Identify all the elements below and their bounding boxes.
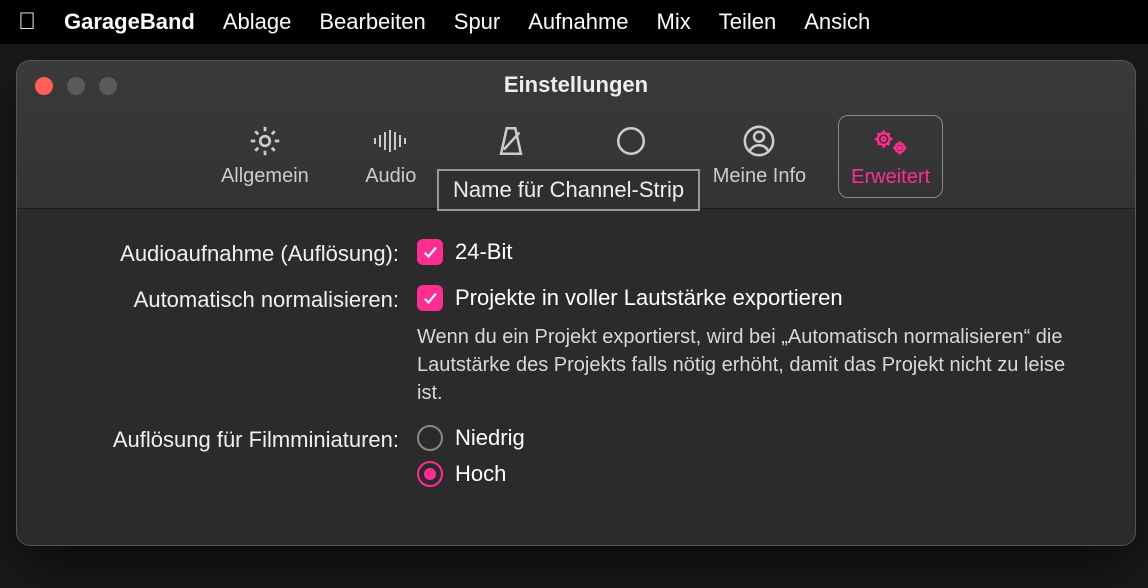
row-auto-normalize: Automatisch normalisieren: Projekte in v… [57,285,1095,407]
gears-icon [869,122,913,162]
menu-ansicht[interactable]: Ansich [804,9,870,35]
menubar:  GarageBand Ablage Bearbeiten Spur Aufn… [0,0,1148,44]
row-label: Audioaufnahme (Auflösung): [57,239,417,267]
radio-label: Hoch [455,461,506,487]
help-text: Wenn du ein Projekt exportierst, wird be… [417,323,1077,407]
menu-mix[interactable]: Mix [657,9,691,35]
zoom-button[interactable] [99,77,117,95]
preferences-window: Einstellungen Allgemein [16,60,1136,546]
window-controls [35,77,117,95]
menu-ablage[interactable]: Ablage [223,9,292,35]
tab-allgemein[interactable]: Allgemein [209,115,321,198]
menu-teilen[interactable]: Teilen [719,9,776,35]
waveform-icon [371,121,411,161]
radio-high[interactable] [417,461,443,487]
gear-icon [247,121,283,161]
window-title: Einstellungen [17,72,1135,98]
tab-audio-midi[interactable]: Audio [341,115,441,198]
row-label: Automatisch normalisieren: [57,285,417,313]
tab-erweitert[interactable]: Erweitert [838,115,943,198]
checkbox-label: Projekte in voller Lautstärke exportiere… [455,285,843,311]
metronome-icon [494,121,528,161]
radio-low[interactable] [417,425,443,451]
preferences-body: Audioaufnahme (Auflösung): 24-Bit Automa… [17,209,1135,545]
checkbox-label: 24-Bit [455,239,512,265]
tab-label: Erweitert [851,166,930,189]
tab-label: Audio [365,165,416,188]
row-label: Auflösung für Filmminiaturen: [57,425,417,453]
tab-label: Allgemein [221,165,309,188]
tab-label: Meine Info [713,165,806,188]
menu-aufnahme[interactable]: Aufnahme [528,9,628,35]
minimize-button[interactable] [67,77,85,95]
person-icon [742,121,776,161]
checkbox-24bit[interactable] [417,239,443,265]
tooltip: Name für Channel-Strip [437,169,700,211]
close-button[interactable] [35,77,53,95]
app-menu[interactable]: GarageBand [64,9,195,35]
row-audio-resolution: Audioaufnahme (Auflösung): 24-Bit [57,239,1095,267]
radio-label: Niedrig [455,425,525,451]
apple-menu-icon[interactable]:  [18,8,36,36]
row-thumbnail-resolution: Auflösung für Filmminiaturen: Niedrig Ho… [57,425,1095,487]
checkbox-normalize[interactable] [417,285,443,311]
menu-spur[interactable]: Spur [454,9,500,35]
tab-meine-info[interactable]: Meine Info [701,115,818,198]
menu-bearbeiten[interactable]: Bearbeiten [319,9,425,35]
loop-icon [614,121,648,161]
